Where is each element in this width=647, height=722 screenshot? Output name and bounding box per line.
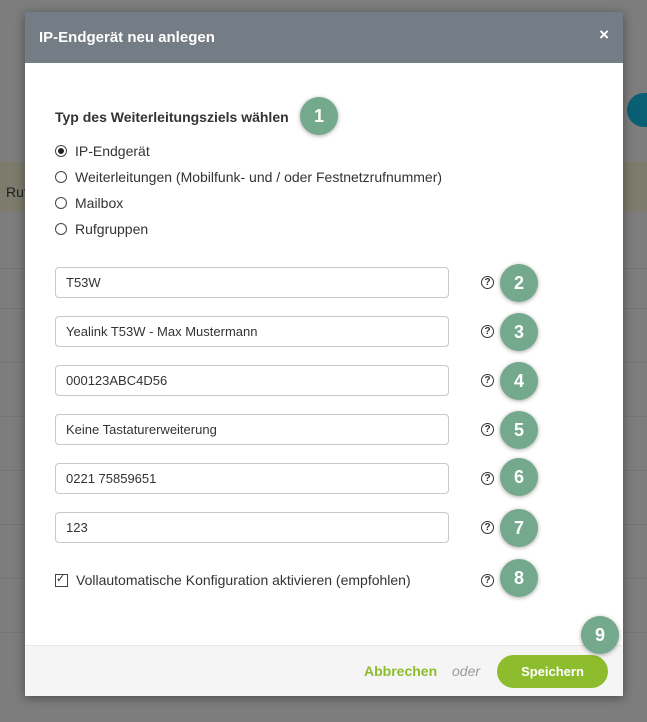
auto-config-checkbox[interactable] [55, 572, 68, 587]
phone-number-field[interactable]: 0221 75859651 [55, 463, 449, 494]
radio-label: Weiterleitungen (Mobilfunk- und / oder F… [75, 169, 443, 185]
close-icon[interactable]: × [599, 26, 609, 43]
cancel-button[interactable]: Abbrechen [364, 663, 437, 679]
dialog-header: IP-Endgerät neu anlegen × [25, 12, 623, 63]
step-marker-5: 5 [500, 411, 538, 449]
radio-button[interactable] [55, 145, 67, 157]
step-marker-6: 6 [500, 458, 538, 496]
radio-button[interactable] [55, 197, 67, 209]
auto-config-label: Vollautomatische Konfiguration aktiviere… [76, 572, 411, 588]
auto-config-option[interactable]: Vollautomatische Konfiguration aktiviere… [55, 572, 411, 588]
radio-option-ip-device[interactable]: IP-Endgerät [55, 138, 442, 164]
help-icon[interactable]: ? [481, 472, 494, 485]
device-name-field[interactable]: Yealink T53W - Max Mustermann [55, 316, 449, 347]
radio-option-mailbox[interactable]: Mailbox [55, 190, 442, 216]
target-type-heading: Typ des Weiterleitungsziels wählen [55, 109, 289, 125]
help-icon[interactable]: ? [481, 423, 494, 436]
help-icon[interactable]: ? [481, 521, 494, 534]
step-marker-1: 1 [300, 97, 338, 135]
mac-address-field[interactable]: 000123ABC4D56 [55, 365, 449, 396]
device-model-field[interactable]: T53W [55, 267, 449, 298]
step-marker-7: 7 [500, 509, 538, 547]
radio-label: Rufgruppen [75, 221, 149, 237]
radio-option-call-groups[interactable]: Rufgruppen [55, 216, 442, 242]
dialog-title: IP-Endgerät neu anlegen [39, 29, 215, 46]
radio-button[interactable] [55, 223, 67, 235]
keyboard-extension-select[interactable]: Keine Tastaturerweiterung [55, 414, 449, 445]
step-marker-9: 9 [581, 616, 619, 654]
dialog-footer: Abbrechen oder Speichern [25, 645, 623, 696]
help-icon[interactable]: ? [481, 374, 494, 387]
radio-option-forwarding[interactable]: Weiterleitungen (Mobilfunk- und / oder F… [55, 164, 442, 190]
radio-label: Mailbox [75, 195, 124, 211]
help-icon[interactable]: ? [481, 276, 494, 289]
target-type-radio-group: IP-Endgerät Weiterleitungen (Mobilfunk- … [55, 138, 442, 242]
radio-label: IP-Endgerät [75, 143, 150, 159]
step-marker-2: 2 [500, 264, 538, 302]
step-marker-8: 8 [500, 559, 538, 597]
or-separator: oder [452, 663, 481, 679]
help-icon[interactable]: ? [481, 325, 494, 338]
help-icon[interactable]: ? [481, 574, 494, 587]
save-button[interactable]: Speichern [497, 655, 608, 688]
radio-button[interactable] [55, 171, 67, 183]
step-marker-3: 3 [500, 313, 538, 351]
extension-number-field[interactable]: 123 [55, 512, 449, 543]
step-marker-4: 4 [500, 362, 538, 400]
